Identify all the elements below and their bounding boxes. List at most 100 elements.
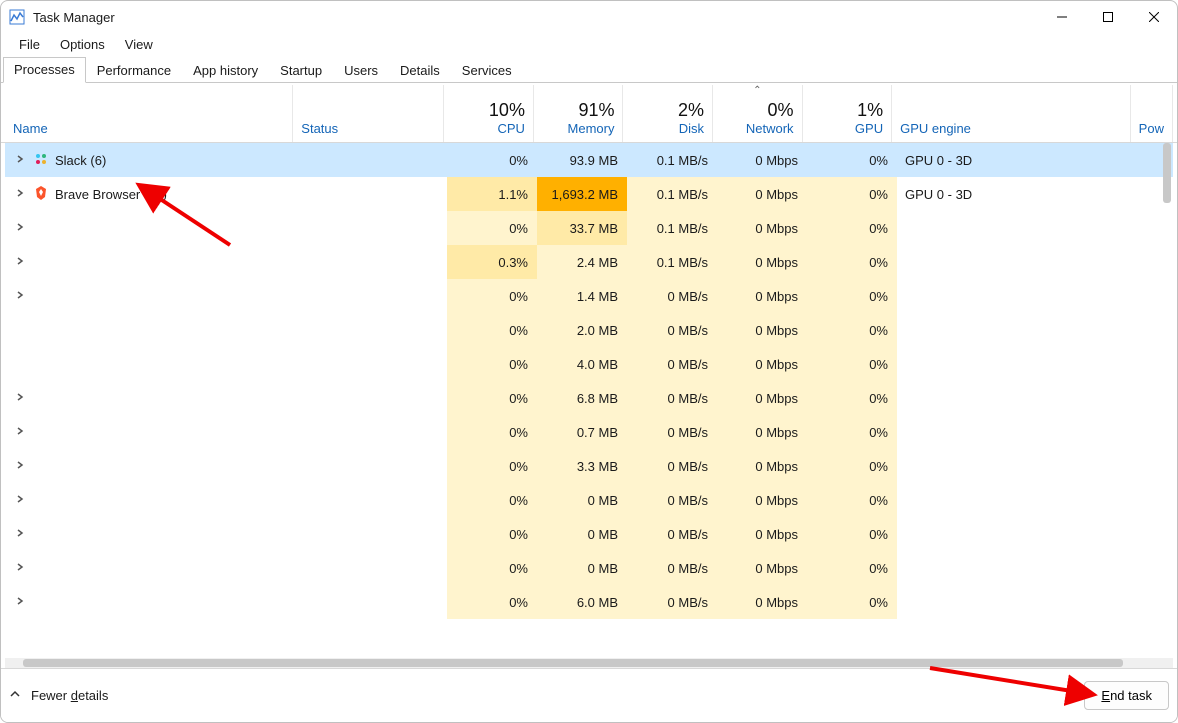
- menu-file[interactable]: File: [9, 35, 50, 54]
- process-name-cell[interactable]: [5, 245, 295, 279]
- tab-services[interactable]: Services: [451, 58, 523, 83]
- col-status[interactable]: Status: [293, 85, 444, 142]
- memory-cell: 1.4 MB: [537, 279, 627, 313]
- tab-startup[interactable]: Startup: [269, 58, 333, 83]
- process-row[interactable]: 0%2.0 MB0 MB/s0 Mbps0%: [5, 313, 1173, 347]
- task-manager-window: Task Manager File Options View Processes…: [0, 0, 1178, 723]
- disk-cell: 0 MB/s: [627, 347, 717, 381]
- process-name-cell[interactable]: [5, 585, 295, 619]
- menu-view[interactable]: View: [115, 35, 163, 54]
- process-name-cell[interactable]: Slack (6): [5, 143, 295, 177]
- tab-app-history[interactable]: App history: [182, 58, 269, 83]
- cpu-cell: 0%: [447, 449, 537, 483]
- expand-chevron-icon[interactable]: [13, 426, 27, 439]
- vertical-scrollbar[interactable]: [1163, 143, 1171, 203]
- network-cell: 0 Mbps: [717, 347, 807, 381]
- expand-chevron-icon[interactable]: [13, 596, 27, 609]
- window-title: Task Manager: [33, 10, 115, 25]
- process-row[interactable]: 0%0 MB0 MB/s0 Mbps0%: [5, 517, 1173, 551]
- end-task-button[interactable]: End task: [1084, 681, 1169, 710]
- status-cell: [295, 415, 447, 449]
- expand-chevron-icon[interactable]: [13, 562, 27, 575]
- gpu-engine-cell: [897, 551, 1137, 585]
- expand-chevron-icon[interactable]: [13, 460, 27, 473]
- expand-chevron-icon[interactable]: [13, 392, 27, 405]
- status-cell: [295, 449, 447, 483]
- tab-users[interactable]: Users: [333, 58, 389, 83]
- expand-chevron-icon[interactable]: [13, 222, 27, 235]
- status-cell: [295, 381, 447, 415]
- cpu-cell: 0%: [447, 347, 537, 381]
- col-name[interactable]: Name: [5, 85, 293, 142]
- process-row[interactable]: Brave Browser (20)1.1%1,693.2 MB0.1 MB/s…: [5, 177, 1173, 211]
- memory-cell: 0.7 MB: [537, 415, 627, 449]
- process-row[interactable]: Slack (6)0%93.9 MB0.1 MB/s0 Mbps0%GPU 0 …: [5, 143, 1173, 177]
- menu-options[interactable]: Options: [50, 35, 115, 54]
- process-row[interactable]: 0%33.7 MB0.1 MB/s0 Mbps0%: [5, 211, 1173, 245]
- process-row[interactable]: 0%0 MB0 MB/s0 Mbps0%: [5, 551, 1173, 585]
- maximize-button[interactable]: [1085, 2, 1131, 32]
- process-row[interactable]: 0%1.4 MB0 MB/s0 Mbps0%: [5, 279, 1173, 313]
- power-cell: [1137, 279, 1173, 313]
- disk-cell: 0 MB/s: [627, 517, 717, 551]
- brave-icon: [33, 185, 49, 204]
- memory-cell: 0 MB: [537, 517, 627, 551]
- expand-chevron-icon[interactable]: [13, 528, 27, 541]
- expand-chevron-icon[interactable]: [13, 494, 27, 507]
- disk-cell: 0.1 MB/s: [627, 143, 717, 177]
- status-cell: [295, 177, 447, 211]
- gpu-engine-cell: [897, 381, 1137, 415]
- process-name-cell[interactable]: [5, 381, 295, 415]
- minimize-button[interactable]: [1039, 2, 1085, 32]
- gpu-cell: 0%: [807, 551, 897, 585]
- process-name-cell[interactable]: [5, 449, 295, 483]
- memory-cell: 3.3 MB: [537, 449, 627, 483]
- col-gpu[interactable]: 1%GPU: [803, 85, 893, 142]
- process-name-cell[interactable]: [5, 517, 295, 551]
- expand-chevron-icon[interactable]: [13, 154, 27, 167]
- status-cell: [295, 483, 447, 517]
- expand-chevron-icon[interactable]: [13, 188, 27, 201]
- process-row[interactable]: 0%6.8 MB0 MB/s0 Mbps0%: [5, 381, 1173, 415]
- tab-details[interactable]: Details: [389, 58, 451, 83]
- process-row[interactable]: 0%6.0 MB0 MB/s0 Mbps0%: [5, 585, 1173, 619]
- process-name-cell[interactable]: [5, 415, 295, 449]
- process-row[interactable]: 0%0.7 MB0 MB/s0 Mbps0%: [5, 415, 1173, 449]
- gpu-cell: 0%: [807, 517, 897, 551]
- network-cell: 0 Mbps: [717, 483, 807, 517]
- fewer-details-button[interactable]: Fewer details: [9, 688, 108, 703]
- horizontal-scrollbar[interactable]: [5, 658, 1173, 668]
- power-cell: [1137, 483, 1173, 517]
- col-memory[interactable]: 91%Memory: [534, 85, 624, 142]
- status-cell: [295, 245, 447, 279]
- expand-chevron-icon[interactable]: [13, 256, 27, 269]
- process-name-cell[interactable]: [5, 347, 295, 381]
- scrollbar-thumb[interactable]: [23, 659, 1123, 667]
- menubar: File Options View: [1, 33, 1177, 55]
- tab-processes[interactable]: Processes: [3, 57, 86, 83]
- col-cpu[interactable]: 10%CPU: [444, 85, 534, 142]
- process-row[interactable]: 0%3.3 MB0 MB/s0 Mbps0%: [5, 449, 1173, 483]
- process-row[interactable]: 0%0 MB0 MB/s0 Mbps0%: [5, 483, 1173, 517]
- memory-cell: 0 MB: [537, 551, 627, 585]
- process-name-cell[interactable]: [5, 483, 295, 517]
- process-name-cell[interactable]: [5, 313, 295, 347]
- chevron-up-icon: [9, 688, 21, 703]
- col-power[interactable]: Pow: [1131, 85, 1173, 142]
- process-name-cell[interactable]: [5, 551, 295, 585]
- col-gpu-engine[interactable]: GPU engine: [892, 85, 1131, 142]
- titlebar: Task Manager: [1, 1, 1177, 33]
- col-network[interactable]: ⌃0%Network: [713, 85, 803, 142]
- gpu-cell: 0%: [807, 211, 897, 245]
- tab-performance[interactable]: Performance: [86, 58, 182, 83]
- process-name-cell[interactable]: [5, 279, 295, 313]
- expand-chevron-icon[interactable]: [13, 290, 27, 303]
- process-row[interactable]: 0%4.0 MB0 MB/s0 Mbps0%: [5, 347, 1173, 381]
- memory-cell: 6.0 MB: [537, 585, 627, 619]
- process-name-cell[interactable]: Brave Browser (20): [5, 177, 295, 211]
- process-name-cell[interactable]: [5, 211, 295, 245]
- process-row[interactable]: 0.3%2.4 MB0.1 MB/s0 Mbps0%: [5, 245, 1173, 279]
- col-disk[interactable]: 2%Disk: [623, 85, 713, 142]
- close-button[interactable]: [1131, 2, 1177, 32]
- disk-cell: 0 MB/s: [627, 279, 717, 313]
